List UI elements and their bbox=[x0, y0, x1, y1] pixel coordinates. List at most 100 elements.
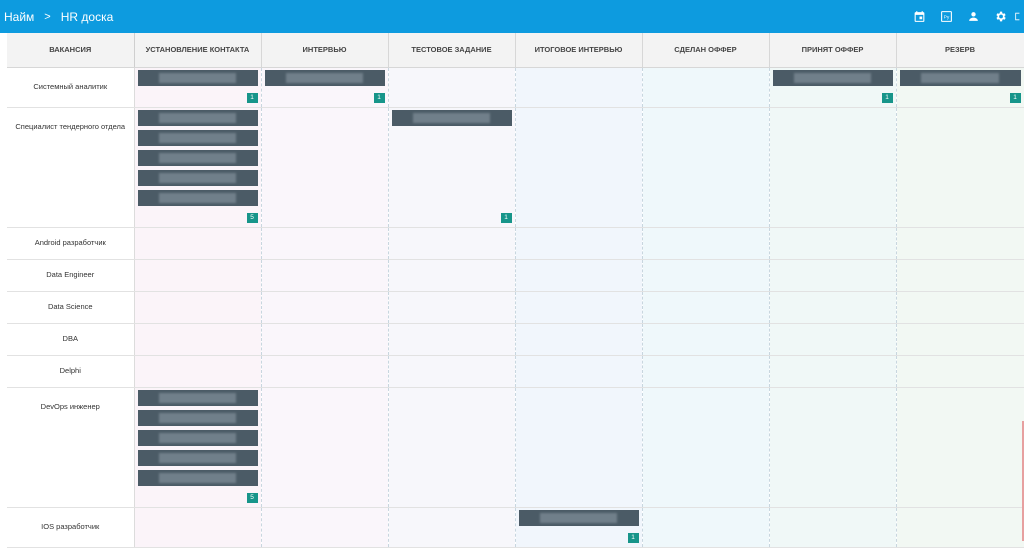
stage-cell[interactable] bbox=[642, 355, 770, 388]
stage-cell[interactable] bbox=[134, 259, 262, 292]
stage-cell[interactable] bbox=[388, 67, 516, 108]
stage-cell[interactable] bbox=[515, 67, 643, 108]
stage-cell[interactable] bbox=[388, 387, 516, 508]
vacancy-cell[interactable]: Delphi bbox=[7, 355, 135, 388]
settings-button[interactable] bbox=[987, 0, 1014, 33]
vacancy-cell[interactable]: Data Engineer bbox=[7, 259, 135, 292]
column-header-reserve[interactable]: РЕЗЕРВ bbox=[896, 33, 1024, 68]
stage-cell[interactable] bbox=[642, 227, 770, 260]
vacancy-cell[interactable]: DevOps инженер bbox=[7, 387, 135, 508]
stage-cell[interactable] bbox=[388, 507, 516, 548]
stage-cell[interactable] bbox=[134, 323, 262, 356]
candidate-card[interactable] bbox=[899, 69, 1021, 86]
stage-cell[interactable] bbox=[642, 507, 770, 548]
vacancy-cell[interactable]: IOS разработчик bbox=[7, 507, 135, 548]
logout-button[interactable] bbox=[1014, 0, 1024, 33]
column-header-offer-accepted[interactable]: ПРИНЯТ ОФФЕР bbox=[769, 33, 897, 68]
stage-cell[interactable] bbox=[134, 507, 262, 548]
stage-cell[interactable] bbox=[261, 323, 389, 356]
column-header-test-task[interactable]: ТЕСТОВОЕ ЗАДАНИЕ bbox=[388, 33, 516, 68]
candidate-card[interactable] bbox=[137, 409, 258, 426]
stage-cell[interactable] bbox=[515, 387, 643, 508]
stage-cell[interactable] bbox=[896, 355, 1024, 388]
profile-button[interactable] bbox=[960, 0, 987, 33]
column-header-offer-made[interactable]: СДЕЛАН ОФФЕР bbox=[642, 33, 770, 68]
column-header-interview[interactable]: ИНТЕРВЬЮ bbox=[261, 33, 389, 68]
stage-cell[interactable] bbox=[261, 259, 389, 292]
stage-cell[interactable] bbox=[769, 227, 897, 260]
stage-cell[interactable] bbox=[515, 259, 643, 292]
calendar-button[interactable] bbox=[906, 0, 933, 33]
stage-cell[interactable] bbox=[896, 387, 1024, 508]
stage-cell[interactable] bbox=[134, 227, 262, 260]
stage-cell[interactable] bbox=[388, 355, 516, 388]
candidate-card[interactable] bbox=[772, 69, 893, 86]
python-button[interactable]: Py bbox=[933, 0, 960, 33]
stage-cell[interactable] bbox=[896, 291, 1024, 324]
stage-cell[interactable] bbox=[896, 259, 1024, 292]
stage-cell[interactable] bbox=[515, 227, 643, 260]
candidate-card[interactable] bbox=[137, 429, 258, 446]
stage-cell[interactable] bbox=[515, 291, 643, 324]
stage-cell[interactable] bbox=[769, 507, 897, 548]
stage-cell[interactable] bbox=[388, 259, 516, 292]
stage-cell[interactable] bbox=[388, 227, 516, 260]
stage-cell[interactable] bbox=[769, 355, 897, 388]
candidate-card[interactable] bbox=[518, 509, 639, 526]
stage-cell[interactable] bbox=[769, 107, 897, 228]
stage-cell[interactable] bbox=[261, 291, 389, 324]
stage-cell[interactable] bbox=[261, 355, 389, 388]
stage-cell[interactable]: 1 bbox=[388, 107, 516, 228]
stage-cell[interactable] bbox=[769, 259, 897, 292]
column-header-contact[interactable]: УСТАНОВЛЕНИЕ КОНТАКТА bbox=[134, 33, 262, 68]
column-header-final-interview[interactable]: ИТОГОВОЕ ИНТЕРВЬЮ bbox=[515, 33, 643, 68]
candidate-card[interactable] bbox=[137, 129, 258, 146]
stage-cell[interactable] bbox=[769, 323, 897, 356]
stage-cell[interactable]: 5 bbox=[134, 387, 262, 508]
stage-cell[interactable]: 1 bbox=[261, 67, 389, 108]
candidate-card[interactable] bbox=[137, 189, 258, 206]
stage-cell[interactable] bbox=[388, 291, 516, 324]
vacancy-cell[interactable]: DBA bbox=[7, 323, 135, 356]
stage-cell[interactable] bbox=[642, 67, 770, 108]
stage-cell[interactable] bbox=[896, 323, 1024, 356]
candidate-card[interactable] bbox=[137, 69, 258, 86]
candidate-card[interactable] bbox=[137, 469, 258, 486]
stage-cell[interactable]: 1 bbox=[515, 507, 643, 548]
column-header-vacancy[interactable]: ВАКАНСИЯ bbox=[7, 33, 135, 68]
stage-cell[interactable] bbox=[769, 291, 897, 324]
stage-cell[interactable] bbox=[642, 387, 770, 508]
stage-cell[interactable] bbox=[515, 355, 643, 388]
stage-cell[interactable]: 1 bbox=[134, 67, 262, 108]
candidate-card[interactable] bbox=[137, 389, 258, 406]
stage-cell[interactable] bbox=[515, 107, 643, 228]
candidate-card[interactable] bbox=[137, 149, 258, 166]
stage-cell[interactable] bbox=[642, 323, 770, 356]
candidate-card[interactable] bbox=[264, 69, 385, 86]
stage-cell[interactable] bbox=[642, 291, 770, 324]
stage-cell[interactable] bbox=[642, 259, 770, 292]
stage-cell[interactable]: 1 bbox=[896, 67, 1024, 108]
stage-cell[interactable] bbox=[769, 387, 897, 508]
vacancy-cell[interactable]: Специалист тендерного отдела bbox=[7, 107, 135, 228]
stage-cell[interactable] bbox=[896, 507, 1024, 548]
stage-cell[interactable] bbox=[515, 323, 643, 356]
candidate-card[interactable] bbox=[137, 109, 258, 126]
stage-cell[interactable] bbox=[261, 227, 389, 260]
stage-cell[interactable] bbox=[134, 355, 262, 388]
stage-cell[interactable]: 1 bbox=[769, 67, 897, 108]
stage-cell[interactable] bbox=[896, 227, 1024, 260]
vacancy-cell[interactable]: Android разработчик bbox=[7, 227, 135, 260]
stage-cell[interactable] bbox=[642, 107, 770, 228]
stage-cell[interactable] bbox=[896, 107, 1024, 228]
candidate-card[interactable] bbox=[137, 449, 258, 466]
stage-cell[interactable] bbox=[261, 387, 389, 508]
stage-cell[interactable]: 5 bbox=[134, 107, 262, 228]
stage-cell[interactable] bbox=[134, 291, 262, 324]
stage-cell[interactable] bbox=[261, 507, 389, 548]
stage-cell[interactable] bbox=[261, 107, 389, 228]
candidate-card[interactable] bbox=[137, 169, 258, 186]
candidate-card[interactable] bbox=[391, 109, 512, 126]
vacancy-cell[interactable]: Системный аналитик bbox=[7, 67, 135, 108]
stage-cell[interactable] bbox=[388, 323, 516, 356]
